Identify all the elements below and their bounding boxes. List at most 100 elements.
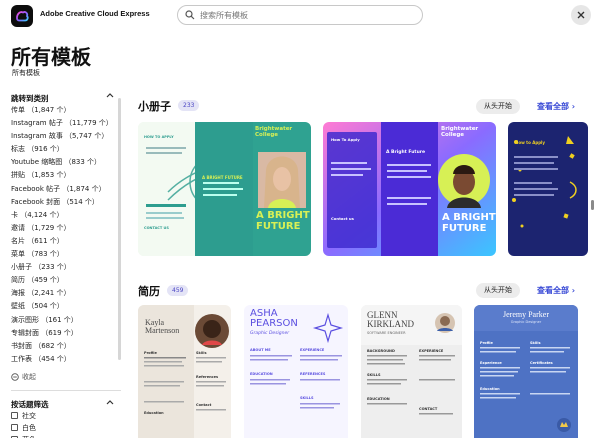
top-bar: Adobe Creative Cloud Express 搜索所有模板: [0, 0, 600, 30]
category-list: 传单 （1,847 个） Instagram 帖子 （11,779 个） Ins…: [11, 104, 119, 366]
category-item[interactable]: 书封面 （682 个）: [11, 340, 119, 353]
card-label: CONTACT US: [144, 226, 169, 230]
card-section-label: EDUCATION: [367, 397, 390, 401]
checkbox[interactable]: [11, 412, 18, 419]
card-role: SOFTWARE ENGINEER: [367, 331, 406, 335]
resume-start-button[interactable]: 从头开始: [476, 283, 520, 298]
page-title: 所有模板: [11, 45, 91, 69]
category-item[interactable]: 专辑封面 （619 个）: [11, 327, 119, 340]
card-label: How To Apply: [331, 137, 360, 142]
category-item[interactable]: Facebook 封面 （514 个）: [11, 196, 119, 209]
topic-label: 白色: [22, 424, 36, 432]
card-section-label: CONTACT: [419, 407, 438, 411]
brochure-template-card[interactable]: How to Apply: [508, 122, 588, 256]
category-item[interactable]: 名片 （611 个）: [11, 235, 119, 248]
card-section-label: Education: [480, 387, 500, 391]
category-item[interactable]: 卡 （4,124 个）: [11, 209, 119, 222]
category-item[interactable]: 菜单 （783 个）: [11, 248, 119, 261]
headline-line: FUTURE: [442, 223, 487, 234]
category-item[interactable]: 传单 （1,847 个）: [11, 104, 119, 117]
resume-section-title: 简历: [138, 285, 160, 298]
card-label: Contact us: [331, 216, 354, 221]
creative-cloud-logo-icon: [16, 11, 29, 22]
card-section-label: Experience: [480, 361, 502, 365]
card-section-label: Profile: [480, 341, 493, 345]
category-item[interactable]: 工作表 （454 个）: [11, 353, 119, 366]
name-line: Martenson: [145, 326, 180, 335]
card-section-label: BACKGROUND: [367, 349, 395, 353]
category-item[interactable]: 海报 （2,241 个）: [11, 287, 119, 300]
scrollbar-thumb[interactable]: [591, 200, 594, 210]
card-label: A Bright Future: [386, 150, 426, 155]
collapse-button[interactable]: 收起: [11, 372, 36, 382]
card-section-label: Skills: [530, 341, 541, 345]
resume-template-card[interactable]: Kayla Martenson Profile Skills References…: [138, 305, 231, 438]
card-label: HOW TO APPLY: [144, 135, 174, 139]
card-section-label: Contact: [196, 403, 212, 407]
collapse-label: 收起: [22, 373, 36, 381]
resume-template-card[interactable]: Jeremy Parker Graphic Designer Profile E…: [474, 305, 578, 438]
category-item[interactable]: 小册子 （233 个）: [11, 261, 119, 274]
card-section-label: SKILLS: [367, 373, 381, 377]
search-input[interactable]: 搜索所有模板: [177, 5, 423, 25]
checkbox[interactable]: [11, 424, 18, 431]
topic-filter-list: 社交 白色 蓝色: [11, 410, 36, 438]
brochure-template-card[interactable]: Brightwater College HOW TO APPLY A BRIGH…: [138, 122, 311, 256]
card-section-label: SKILLS: [300, 396, 314, 400]
name-line: PEARSON: [250, 318, 298, 329]
brochure-preview-image: [138, 122, 311, 256]
app-logo[interactable]: [11, 5, 33, 27]
sidebar-scrollbar[interactable]: [118, 98, 121, 360]
category-item[interactable]: 邀请 （1,729 个）: [11, 222, 119, 235]
sidebar-divider: [11, 390, 121, 391]
card-name: ASHA PEARSON: [250, 309, 298, 329]
card-section-label: Certificates: [530, 361, 553, 365]
headline-line: FUTURE: [256, 221, 301, 232]
category-item[interactable]: 演示图形 （161 个）: [11, 314, 119, 327]
category-item[interactable]: Instagram 帖子 （11,779 个）: [11, 117, 119, 130]
see-all-label: 查看全部: [537, 286, 569, 295]
card-label: How to Apply: [515, 140, 546, 145]
card-name: Jeremy Parker: [503, 310, 549, 319]
headline-line: A BRIGHT: [256, 210, 310, 221]
brochure-start-button[interactable]: 从头开始: [476, 99, 520, 114]
category-item[interactable]: 壁纸 （504 个）: [11, 300, 119, 313]
brochure-count-badge: 233: [178, 100, 200, 111]
category-heading: 跳转到类别: [11, 94, 49, 103]
category-item[interactable]: 简历 （459 个）: [11, 274, 119, 287]
category-item[interactable]: Youtube 缩略图 （833 个）: [11, 156, 119, 169]
close-button[interactable]: [571, 5, 591, 25]
chevron-right-icon: ›: [571, 286, 576, 295]
resume-see-all-link[interactable]: 查看全部 ›: [537, 285, 575, 296]
topic-filter-item[interactable]: 社交: [11, 410, 36, 422]
category-item[interactable]: Facebook 帖子 （1,874 个）: [11, 183, 119, 196]
name-line: KIRKLAND: [367, 319, 414, 329]
brochure-preview-image: [323, 122, 496, 256]
resume-preview-image: [474, 305, 578, 438]
breadcrumb[interactable]: 所有模板: [12, 68, 40, 78]
resume-template-card[interactable]: GLENN KIRKLAND SOFTWARE ENGINEER BACKGROU…: [361, 305, 462, 438]
resume-template-card[interactable]: ASHA PEARSON Graphic Designer ABOUT ME EX…: [244, 305, 348, 438]
category-item[interactable]: 拼贴 （1,853 个）: [11, 169, 119, 182]
topic-filter-item[interactable]: 白色: [11, 422, 36, 434]
card-headline: A BRIGHT FUTURE: [256, 210, 310, 232]
headline-line: A BRIGHT: [442, 212, 496, 223]
brochure-template-card[interactable]: Brightwater College How To Apply A Brigh…: [323, 122, 496, 256]
card-brand: Brightwater College: [255, 126, 293, 138]
minus-circle-icon: [11, 373, 19, 381]
topic-filter-item[interactable]: 蓝色: [11, 434, 36, 438]
chevron-up-icon[interactable]: [106, 399, 114, 405]
card-section-label: ABOUT ME: [250, 348, 271, 352]
chevron-up-icon[interactable]: [106, 92, 114, 98]
see-all-label: 查看全部: [537, 102, 569, 111]
brochure-section-title: 小册子: [138, 100, 171, 113]
card-name: Kayla Martenson: [145, 319, 179, 335]
category-item[interactable]: Instagram 故事 （5,747 个）: [11, 130, 119, 143]
card-brand: Brightwater College: [441, 126, 479, 138]
card-section-label: References: [196, 375, 219, 379]
card-name: GLENN KIRKLAND: [367, 311, 414, 329]
brochure-see-all-link[interactable]: 查看全部 ›: [537, 101, 575, 112]
card-section-label: EDUCATION: [250, 372, 273, 376]
category-item[interactable]: 标志 （916 个）: [11, 143, 119, 156]
main-scrollbar[interactable]: [591, 36, 595, 434]
